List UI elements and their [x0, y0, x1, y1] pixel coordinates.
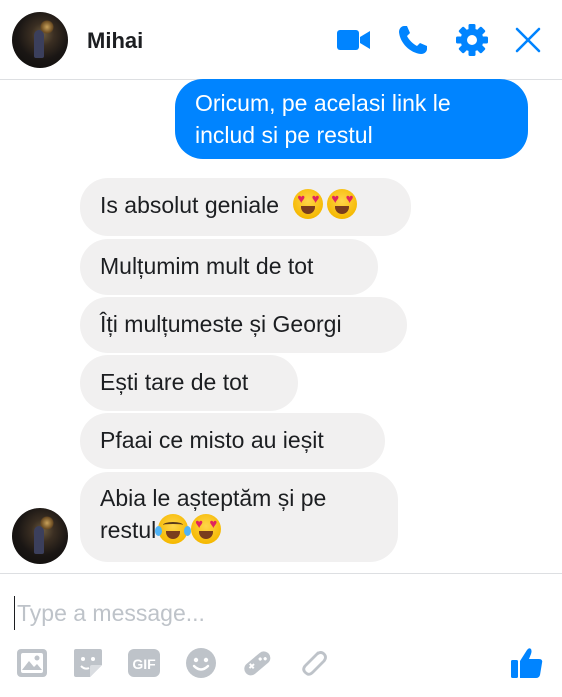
image-icon[interactable] [15, 646, 49, 680]
message-text: Is absolut geniale [100, 192, 280, 218]
message-text: Mulțumim mult de tot [100, 253, 314, 279]
message-composer: GIF [0, 573, 562, 697]
message-text: Ești tare de tot [100, 369, 249, 395]
message-thread[interactable]: Oricum, pe acelasi link le includ si pe … [0, 79, 562, 573]
heart-eyes-emoji [293, 189, 324, 219]
conversation-header: Mihai [0, 0, 562, 80]
message-text-line: includ si pe restul [195, 122, 373, 148]
message-text-line: Abia le așteptăm și pe [100, 485, 327, 511]
video-camera-icon[interactable] [336, 22, 372, 58]
emoji-icon[interactable] [184, 646, 218, 680]
gif-icon[interactable]: GIF [127, 646, 161, 680]
heart-eyes-emoji [191, 514, 222, 544]
gear-icon[interactable] [454, 22, 490, 58]
game-controller-icon[interactable] [240, 646, 274, 680]
sticker-icon[interactable] [71, 646, 105, 680]
message-text-line: Oricum, pe acelasi link le [195, 90, 451, 116]
contact-avatar[interactable] [12, 12, 68, 68]
message-outgoing[interactable]: Oricum, pe acelasi link le includ si pe … [175, 79, 528, 159]
message-incoming[interactable]: Ești tare de tot [80, 355, 298, 411]
message-incoming[interactable]: Is absolut geniale [80, 178, 411, 236]
message-incoming[interactable]: Pfaai ce misto au ieșit [80, 413, 385, 469]
sender-avatar[interactable] [12, 508, 68, 564]
message-incoming[interactable]: Mulțumim mult de tot [80, 239, 378, 295]
message-text: Pfaai ce misto au ieșit [100, 427, 324, 453]
message-text-line: restul [100, 517, 157, 543]
message-text: Îți mulțumeste și Georgi [100, 311, 342, 337]
message-incoming[interactable]: Abia le așteptăm și pe restul [80, 472, 398, 562]
contact-name[interactable]: Mihai [87, 28, 143, 54]
tears-of-joy-emoji [155, 514, 192, 544]
message-input[interactable] [14, 596, 494, 630]
message-incoming[interactable]: Îți mulțumeste și Georgi [80, 297, 407, 353]
heart-eyes-emoji [327, 189, 358, 219]
thumbs-up-icon[interactable] [510, 646, 544, 680]
close-icon[interactable] [510, 22, 546, 58]
attachment-icon[interactable] [296, 646, 330, 680]
phone-icon[interactable] [395, 22, 431, 58]
svg-text:GIF: GIF [132, 656, 156, 672]
